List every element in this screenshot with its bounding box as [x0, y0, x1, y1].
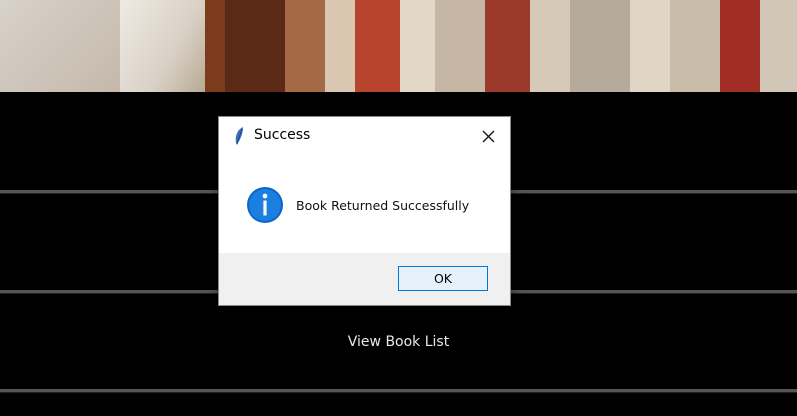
- divider: [0, 389, 797, 392]
- close-icon: [482, 130, 494, 142]
- dialog-message: Book Returned Successfully: [296, 198, 470, 213]
- view-book-list-label: View Book List: [347, 334, 450, 350]
- dialog-titlebar: Success: [219, 117, 510, 153]
- ok-button[interactable]: OK: [398, 266, 488, 291]
- feather-icon: [235, 127, 243, 145]
- success-dialog: Success Book Returned Successfully OK: [219, 117, 510, 305]
- dialog-content: Book Returned Successfully: [219, 153, 510, 253]
- menu-button-4[interactable]: [0, 393, 797, 416]
- dialog-title: Success: [254, 127, 311, 143]
- close-button[interactable]: [476, 124, 500, 148]
- info-icon: [247, 187, 283, 223]
- header-photo: [0, 0, 797, 92]
- dialog-footer: OK: [219, 253, 510, 305]
- view-book-list-button[interactable]: View Book List: [0, 294, 797, 390]
